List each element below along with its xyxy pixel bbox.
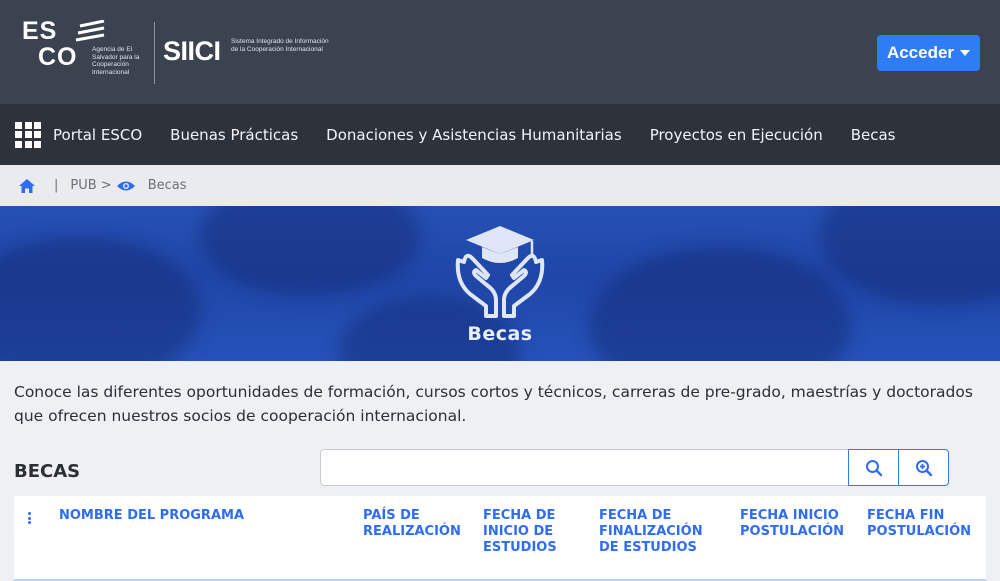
esco-logo[interactable]: ES CO Agencia de El Salvador para la Coo… [22,18,150,88]
nav-item-proyectos[interactable]: Proyectos en Ejecución [650,126,823,144]
logo-divider [154,22,155,84]
banner-title: Becas [467,323,533,345]
apps-grid-icon[interactable] [15,121,41,148]
top-header: ES CO Agencia de El Salvador para la Coo… [0,0,1000,104]
search-input[interactable] [320,449,849,486]
hero-banner: Becas [0,206,1000,361]
esco-logo-mark-icon [75,20,105,42]
nav-item-donaciones[interactable]: Donaciones y Asistencias Humanitarias [326,126,622,144]
breadcrumb-pub[interactable]: PUB > [70,178,111,193]
column-header-fin-postulacion[interactable]: FECHA FIN POSTULACIÓN [867,508,982,540]
column-menu-icon[interactable] [28,512,32,524]
breadcrumb-separator: | [54,178,59,193]
graduation-hands-icon [455,226,545,318]
esco-logo-line1: ES [22,17,58,45]
search-icon [865,459,882,476]
search-button[interactable] [848,449,899,486]
main-nav: Portal ESCO Buenas Prácticas Donaciones … [0,104,1000,165]
section-title: BECAS [14,461,81,482]
esco-logo-line2: CO [38,43,78,71]
column-header-inicio-estudios[interactable]: FECHA DE INICIO DE ESTUDIOS [483,508,583,556]
siici-logo-subtitle: Sistema Integrado de Información de la C… [231,38,329,53]
breadcrumb: | PUB > Becas [0,165,1000,206]
nav-item-buenas-practicas[interactable]: Buenas Prácticas [170,126,298,144]
breadcrumb-current: Becas [147,178,187,193]
nav-item-becas[interactable]: Becas [851,126,896,144]
siici-logo[interactable]: SIICI [163,36,221,67]
login-button[interactable]: Acceder [877,35,980,71]
column-header-inicio-postulacion[interactable]: FECHA INICIO POSTULACIÓN [740,508,855,540]
eye-icon [116,181,135,190]
esco-logo-subtitle: Agencia de El Salvador para la Cooperaci… [92,46,140,76]
column-header-fin-estudios[interactable]: FECHA DE FINALIZACIÓN DE ESTUDIOS [599,508,724,556]
column-header-nombre[interactable]: NOMBRE DEL PROGRAMA [59,508,349,524]
intro-text: Conoce las diferentes oportunidades de f… [14,383,973,425]
chevron-down-icon [960,50,971,56]
nav-item-portal-esco[interactable]: Portal ESCO [53,126,142,144]
zoom-in-icon [915,459,932,476]
table-header: NOMBRE DEL PROGRAMA PAÍS DE REALIZACIÓN … [14,496,986,581]
column-header-pais[interactable]: PAÍS DE REALIZACIÓN [363,508,473,540]
login-button-label: Acceder [886,43,955,62]
home-icon[interactable] [18,178,36,194]
advanced-search-button[interactable] [898,449,949,486]
